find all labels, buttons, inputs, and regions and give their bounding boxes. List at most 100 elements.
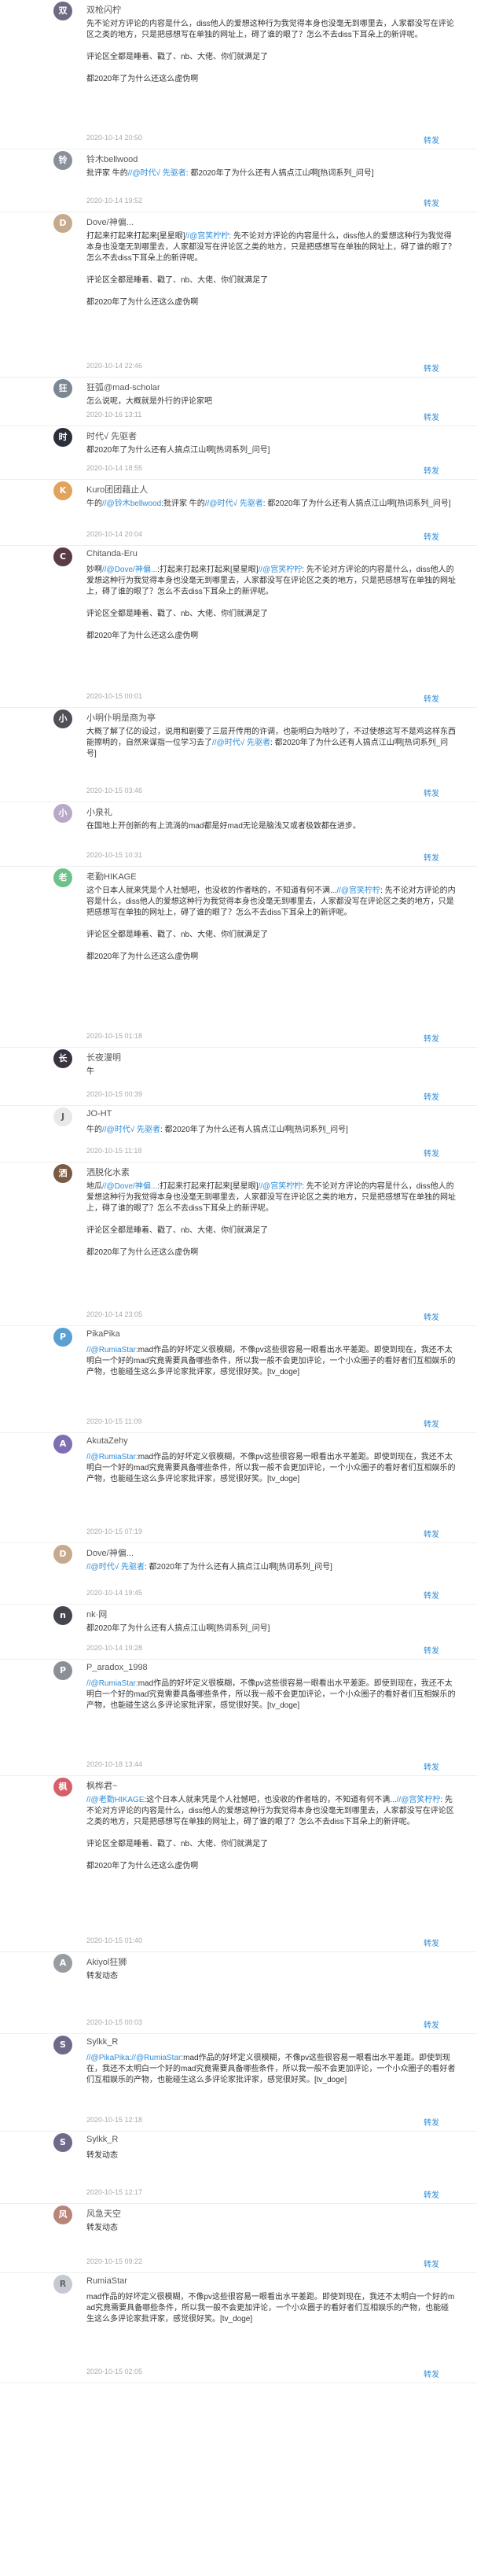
forward-button[interactable]: 转发 xyxy=(424,411,439,422)
mention-link[interactable]: //@宫笑柠柠 xyxy=(259,1182,303,1191)
username[interactable]: AkutaZehy xyxy=(86,1436,128,1446)
avatar[interactable]: P xyxy=(53,1328,72,1347)
username[interactable]: RumiaStar xyxy=(86,2276,127,2286)
forward-button[interactable]: 转发 xyxy=(424,851,439,863)
comment-text: 怎么说呢，大概就是外行的评论家吧 xyxy=(86,397,212,406)
forward-button[interactable]: 转发 xyxy=(424,1417,439,1429)
username[interactable]: nk·网 xyxy=(86,1608,107,1620)
username[interactable]: P_aradox_1998 xyxy=(86,1663,148,1672)
avatar[interactable]: D xyxy=(53,214,72,233)
avatar[interactable]: 小 xyxy=(53,804,72,823)
mention-link[interactable]: //@宫笑柠柠 xyxy=(397,1796,441,1804)
mention-link[interactable]: //@宫笑柠柠 xyxy=(336,886,380,895)
forward-button[interactable]: 转发 xyxy=(424,2257,439,2269)
forward-button[interactable]: 转发 xyxy=(424,787,439,798)
avatar[interactable]: 长 xyxy=(53,1049,72,1068)
username[interactable]: 枫桦君~ xyxy=(86,1779,117,1792)
avatar[interactable]: 枫 xyxy=(53,1778,72,1797)
username[interactable]: PikaPika xyxy=(86,1329,120,1339)
forward-button[interactable]: 转发 xyxy=(424,2368,439,2379)
mention-link[interactable]: //@时代√ 先驱者 xyxy=(205,499,263,508)
username[interactable]: Akiyol狂狮 xyxy=(86,1955,127,1968)
mention-link[interactable]: //@RumiaStar xyxy=(131,2054,181,2062)
avatar[interactable]: J xyxy=(53,1107,72,1126)
avatar[interactable]: 老 xyxy=(53,868,72,887)
avatar[interactable]: 洒 xyxy=(53,1164,72,1183)
forward-button[interactable]: 转发 xyxy=(424,197,439,208)
forward-button[interactable]: 转发 xyxy=(424,2018,439,2030)
avatar[interactable]: C xyxy=(53,547,72,566)
mention-link[interactable]: //@RumiaStar xyxy=(86,1679,136,1688)
forward-button[interactable]: 转发 xyxy=(424,1032,439,1044)
comment-body: 怎么说呢，大概就是外行的评论家吧 xyxy=(86,396,456,407)
mention-link[interactable]: //@宫笑柠柠 xyxy=(259,566,303,574)
username[interactable]: Sylkk_R xyxy=(86,2037,118,2047)
forward-button[interactable]: 转发 xyxy=(424,1760,439,1772)
username[interactable]: 风急天空 xyxy=(86,2207,121,2220)
forward-button[interactable]: 转发 xyxy=(424,2116,439,2128)
mention-link[interactable]: //@RumiaStar xyxy=(86,1346,136,1354)
avatar[interactable]: R xyxy=(53,2275,72,2294)
timestamp: 2020-10-14 23:05 xyxy=(86,1310,143,1318)
forward-button[interactable]: 转发 xyxy=(424,1937,439,1948)
username[interactable]: 老勤HIKAGE xyxy=(86,870,137,883)
mention-link[interactable]: //@PikaPika xyxy=(86,2054,130,2062)
avatar[interactable]: D xyxy=(53,1545,72,1564)
mention-link[interactable]: //@铃木bellwood xyxy=(102,499,161,508)
mention-link[interactable]: //@时代√ 先驱者 xyxy=(212,739,270,747)
avatar[interactable]: 狂 xyxy=(53,379,72,398)
avatar[interactable]: 铃 xyxy=(53,151,72,170)
mention-link[interactable]: //@时代√ 先驱者 xyxy=(102,1126,160,1134)
mention-link[interactable]: //@老勤HIKAGE xyxy=(86,1796,145,1804)
comment-text: 评论区全都是睡着、戳了、nb、大佬、你们就满足了 xyxy=(86,53,269,61)
username[interactable]: 长夜漫明 xyxy=(86,1051,121,1063)
username[interactable]: 小泉礼 xyxy=(86,805,112,818)
username[interactable]: 洒脱化水素 xyxy=(86,1166,130,1178)
username[interactable]: Dove/神偏... xyxy=(86,216,134,228)
username[interactable]: 小明仆明是商为亭 xyxy=(86,711,156,724)
username[interactable]: 狂弧@mad-scholar xyxy=(86,381,160,393)
mention-link[interactable]: //@Dove/神偏... xyxy=(102,566,157,574)
forward-button[interactable]: 转发 xyxy=(424,464,439,476)
forward-button[interactable]: 转发 xyxy=(424,1310,439,1322)
avatar-initial: 长 xyxy=(58,1053,68,1063)
username[interactable]: JO-HT xyxy=(86,1109,112,1118)
username[interactable]: 时代√ 先驱者 xyxy=(86,429,137,442)
forward-button[interactable]: 转发 xyxy=(424,1644,439,1656)
mention-link[interactable]: //@时代√ 先驱者 xyxy=(128,169,186,178)
username[interactable]: Dove/神偏... xyxy=(86,1546,134,1559)
avatar[interactable]: S xyxy=(53,2036,72,2055)
username[interactable]: 双枪闪柠 xyxy=(86,3,121,16)
forward-button[interactable]: 转发 xyxy=(424,1589,439,1601)
forward-button[interactable]: 转发 xyxy=(424,1090,439,1102)
username[interactable]: Chitanda-Eru xyxy=(86,549,138,558)
avatar[interactable]: P xyxy=(53,1661,72,1680)
avatar[interactable]: 时 xyxy=(53,428,72,447)
avatar[interactable]: 小 xyxy=(53,709,72,728)
comment-text: 妙啊 xyxy=(86,566,102,574)
comment-text: :mad作品的好坏定义很模糊，不像pv这些很容易一眼看出水平差距。即使到现在，我… xyxy=(86,1679,456,1710)
forward-button[interactable]: 转发 xyxy=(424,2188,439,2200)
forward-button[interactable]: 转发 xyxy=(424,1528,439,1539)
username[interactable]: 铃木bellwood xyxy=(86,153,138,165)
forward-button[interactable]: 转发 xyxy=(424,1147,439,1159)
forward-button[interactable]: 转发 xyxy=(424,692,439,704)
avatar[interactable]: A xyxy=(53,1954,72,1973)
forward-button[interactable]: 转发 xyxy=(424,530,439,542)
avatar[interactable]: n xyxy=(53,1606,72,1625)
mention-link[interactable]: //@Dove/神偏... xyxy=(102,1182,157,1191)
comment-item: P P_aradox_1998 //@RumiaStar:mad作品的好坏定义很模糊… xyxy=(0,1660,477,1776)
avatar[interactable]: A xyxy=(53,1435,72,1454)
avatar[interactable]: S xyxy=(53,2133,72,2152)
username[interactable]: Kuro团团藉止人 xyxy=(86,483,148,496)
avatar-initial: 狂 xyxy=(58,383,68,393)
avatar[interactable]: K xyxy=(53,481,72,500)
avatar[interactable]: 双 xyxy=(53,2,72,20)
mention-link[interactable]: //@宫笑柠柠 xyxy=(185,232,229,241)
avatar[interactable]: 风 xyxy=(53,2206,72,2224)
mention-link[interactable]: //@RumiaStar xyxy=(86,1453,136,1461)
forward-button[interactable]: 转发 xyxy=(424,134,439,146)
username[interactable]: Sylkk_R xyxy=(86,2135,118,2144)
mention-link[interactable]: //@时代√ 先驱者 xyxy=(86,1563,145,1572)
forward-button[interactable]: 转发 xyxy=(424,362,439,374)
